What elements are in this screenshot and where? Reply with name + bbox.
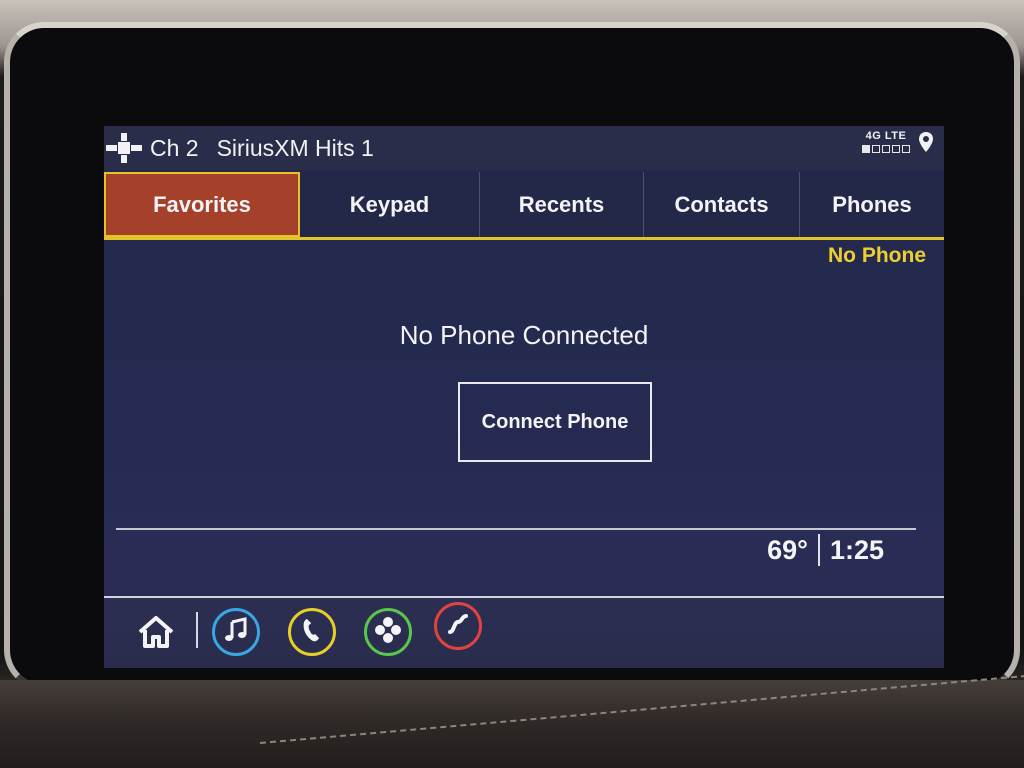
infotainment-screen: Ch 2 SiriusXM Hits 1 4G LTE Favorites Ke…	[104, 126, 944, 668]
tab-contacts[interactable]: Contacts	[644, 172, 800, 237]
signal-bar	[892, 145, 900, 153]
temperature: 69°	[767, 534, 808, 565]
phone-status-label: No Phone	[828, 244, 926, 267]
tab-phones[interactable]: Phones	[800, 172, 944, 237]
lte-indicator: 4G LTE	[862, 130, 910, 153]
connect-phone-button[interactable]: Connect Phone	[458, 382, 652, 462]
signal-strength	[862, 145, 910, 153]
channel-number: Ch 2	[150, 134, 199, 161]
apps-icon	[374, 616, 402, 649]
tab-keypad[interactable]: Keypad	[300, 172, 480, 237]
navigation-button[interactable]	[434, 602, 482, 650]
audio-button[interactable]	[212, 608, 260, 656]
signal-bar	[872, 145, 880, 153]
signal-bar	[882, 145, 890, 153]
signal-bar	[902, 145, 910, 153]
network-label: 4G LTE	[865, 130, 907, 142]
station-name: SiriusXM Hits 1	[216, 134, 374, 161]
clock: 1:25	[829, 534, 884, 565]
status-bar: Ch 2 SiriusXM Hits 1 4G LTE	[104, 126, 944, 170]
nav-separator	[196, 612, 198, 648]
temperature-time: 69° 1:25	[767, 534, 884, 566]
home-button[interactable]	[134, 612, 178, 656]
footer-divider	[116, 528, 916, 530]
apps-button[interactable]	[364, 608, 412, 656]
no-phone-message: No Phone Connected	[399, 320, 649, 350]
phone-button[interactable]	[288, 608, 336, 656]
tab-recents[interactable]: Recents	[480, 172, 644, 237]
separator	[817, 534, 820, 566]
phone-tabs: Favorites Keypad Recents Contacts Phones	[104, 172, 944, 240]
navigation-icon	[444, 610, 472, 643]
satellite-icon	[104, 131, 144, 165]
phone-icon	[300, 617, 324, 648]
connectivity-status: 4G LTE	[862, 130, 934, 153]
dashboard-trim	[0, 680, 1024, 768]
location-pin-icon	[918, 131, 934, 153]
tab-favorites[interactable]: Favorites	[104, 172, 300, 237]
signal-bar	[862, 145, 870, 153]
music-icon	[223, 616, 249, 648]
home-icon	[136, 614, 176, 655]
bottom-nav-bar	[104, 596, 944, 668]
